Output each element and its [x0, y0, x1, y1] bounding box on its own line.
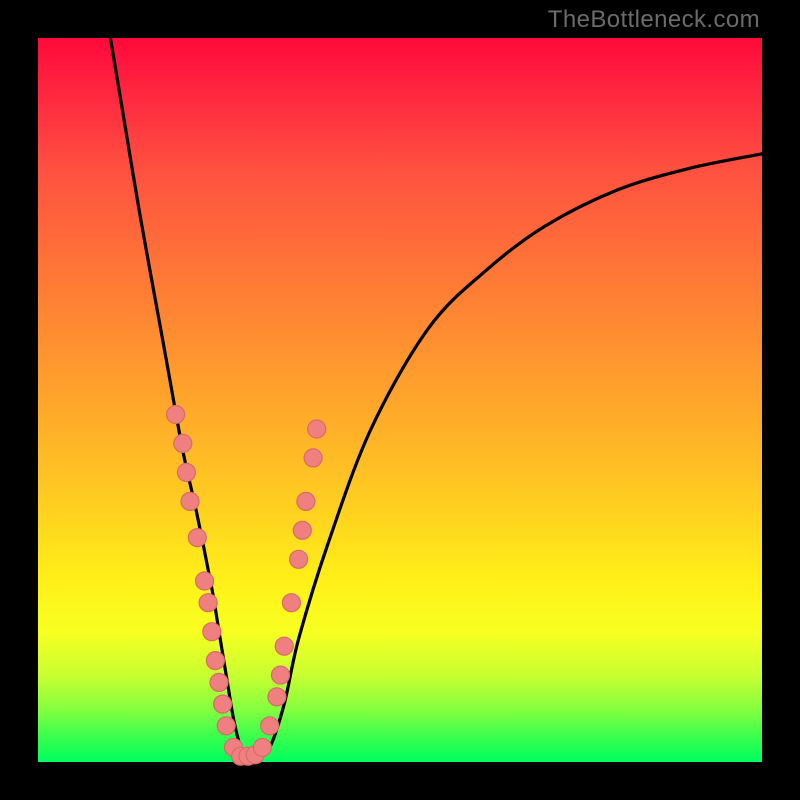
scatter-dot [253, 739, 271, 757]
chart-svg [38, 38, 762, 762]
scatter-dot [177, 463, 195, 481]
scatter-dot [272, 666, 290, 684]
scatter-dot [268, 688, 286, 706]
scatter-dots [167, 406, 326, 766]
scatter-dot [297, 492, 315, 510]
scatter-dot [206, 652, 224, 670]
attribution-text: TheBottleneck.com [548, 6, 760, 34]
bottleneck-curve [110, 38, 762, 760]
scatter-dot [308, 420, 326, 438]
scatter-dot [199, 594, 217, 612]
scatter-dot [196, 572, 214, 590]
scatter-dot [304, 449, 322, 467]
scatter-dot [203, 623, 221, 641]
scatter-dot [174, 434, 192, 452]
scatter-dot [261, 717, 279, 735]
scatter-dot [181, 492, 199, 510]
scatter-dot [188, 529, 206, 547]
scatter-dot [275, 637, 293, 655]
plot-area [38, 38, 762, 762]
scatter-dot [210, 673, 228, 691]
scatter-dot [293, 521, 311, 539]
scatter-dot [290, 550, 308, 568]
scatter-dot [282, 594, 300, 612]
scatter-dot [167, 406, 185, 424]
scatter-dot [214, 695, 232, 713]
scatter-dot [217, 717, 235, 735]
chart-frame: TheBottleneck.com [0, 0, 800, 800]
